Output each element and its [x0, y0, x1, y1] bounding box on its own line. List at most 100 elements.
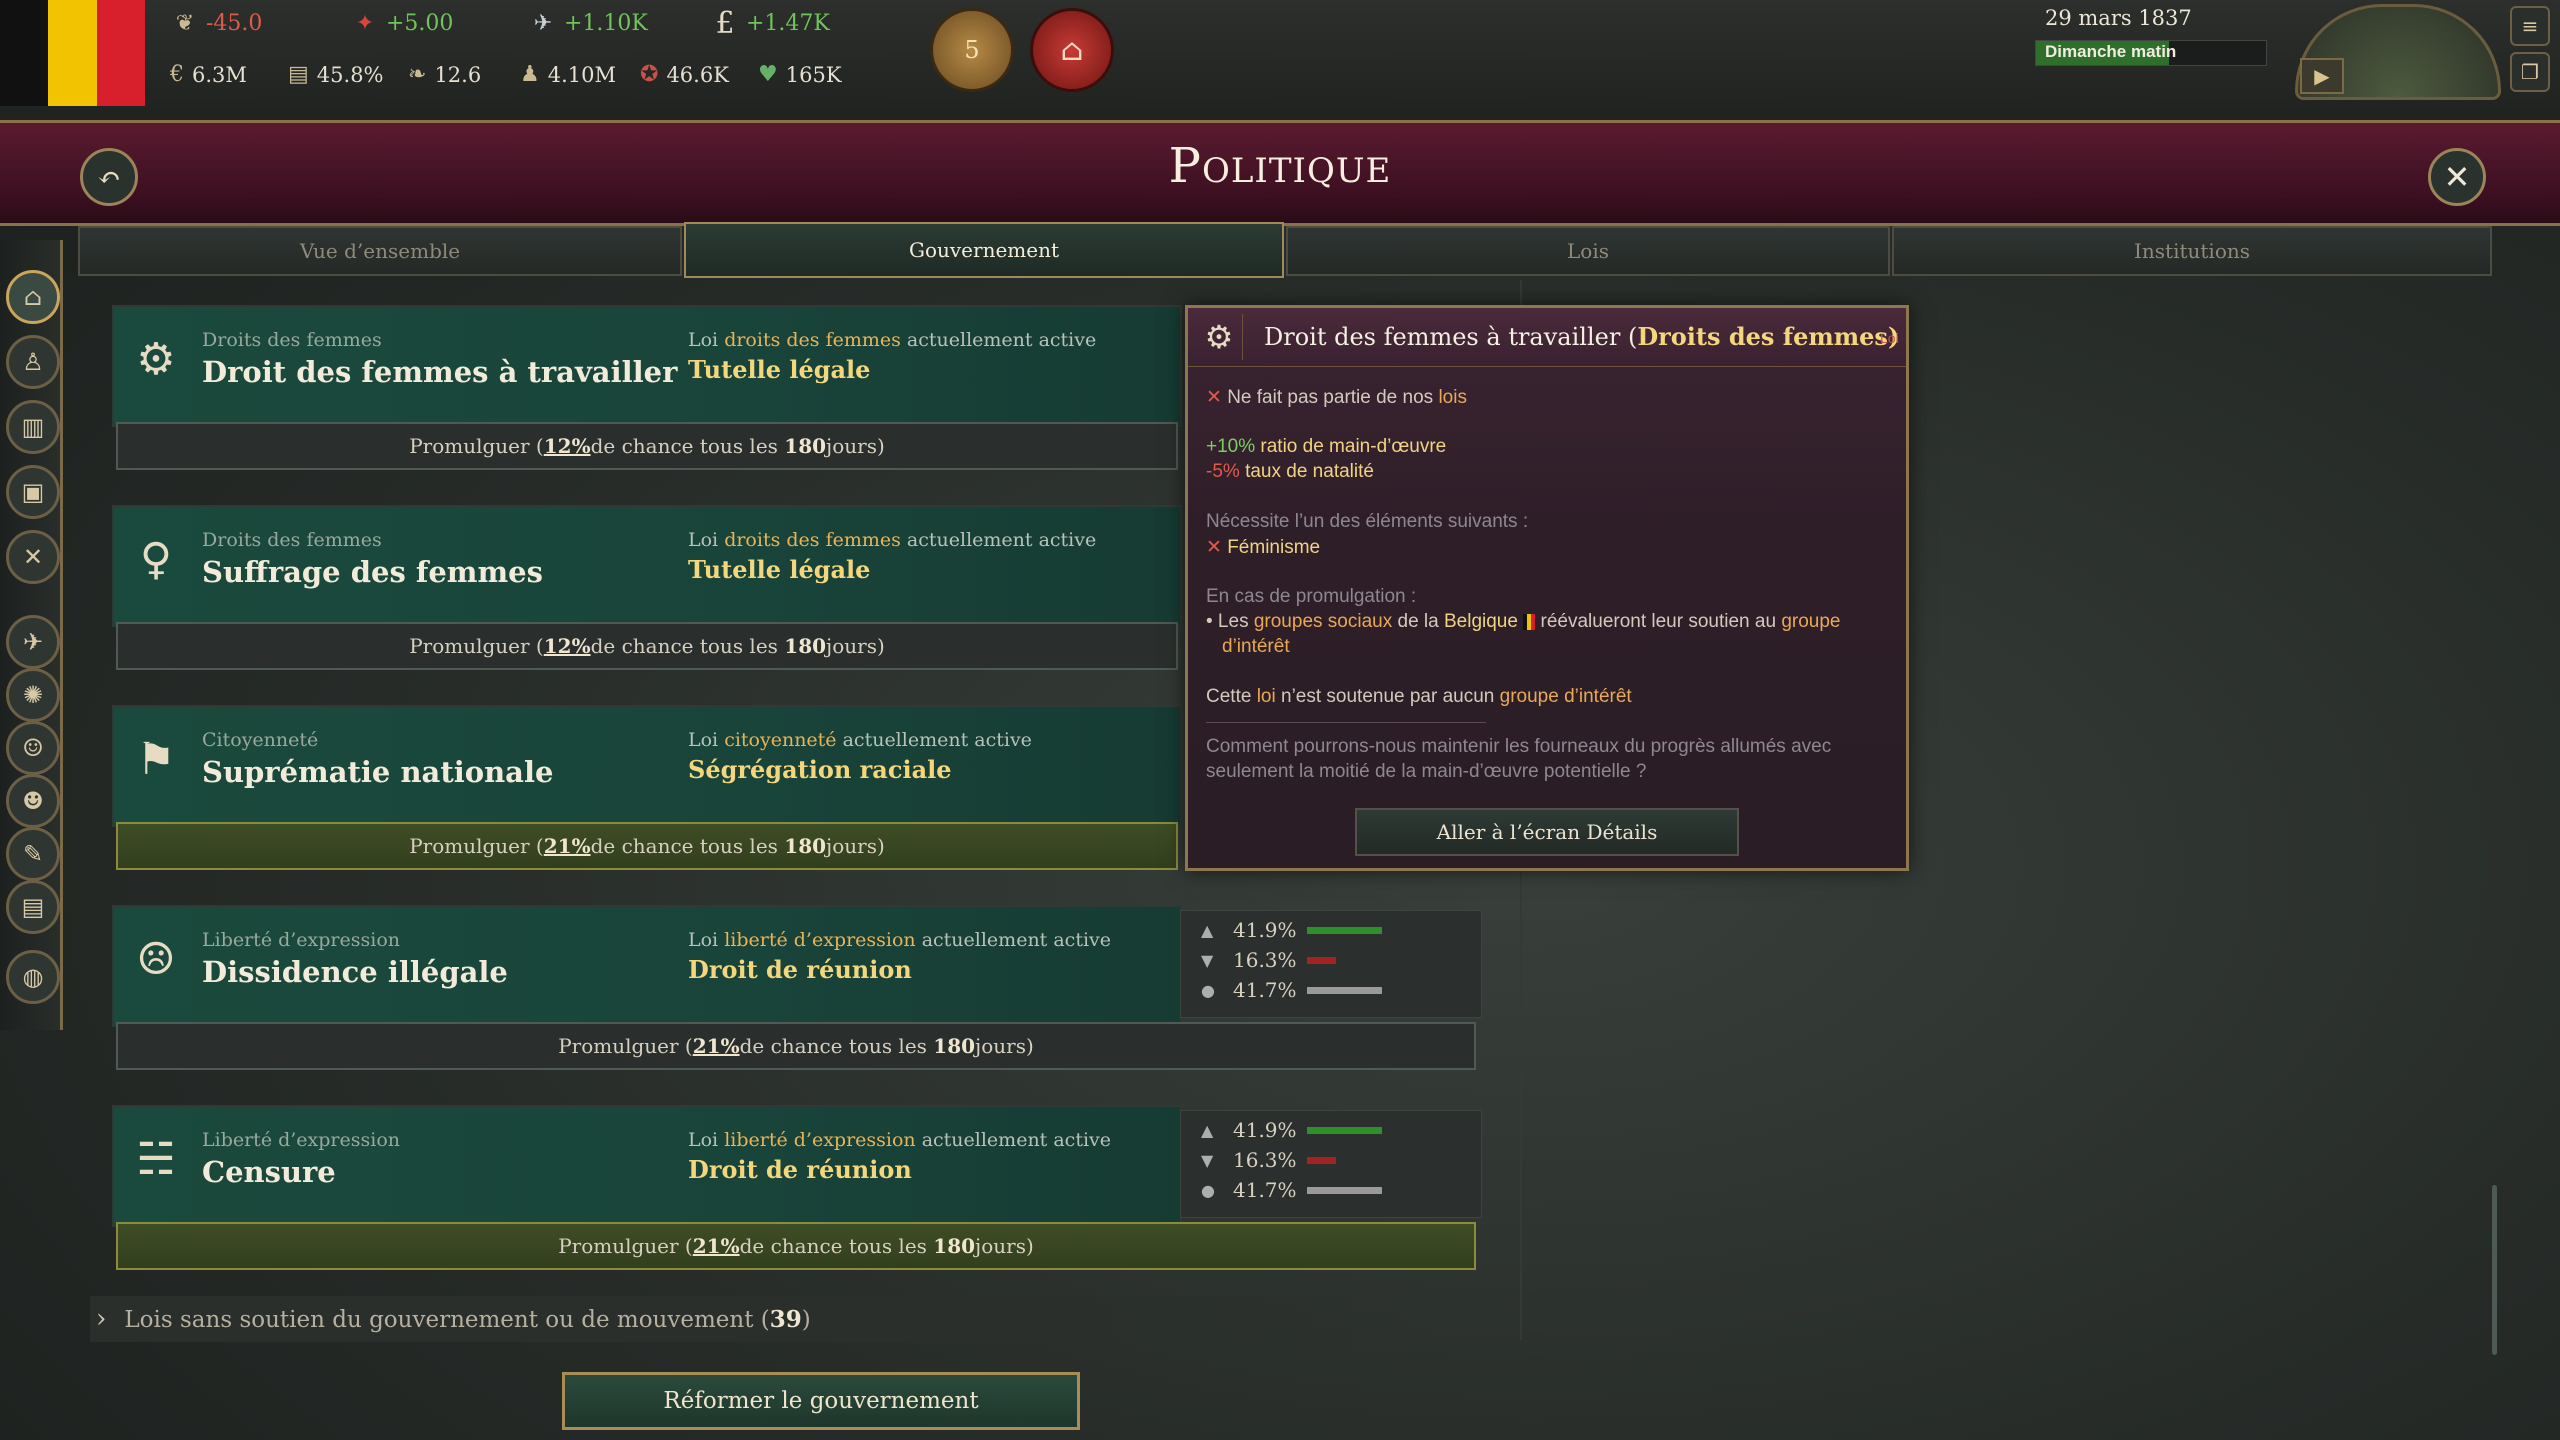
active-law-label: Loi liberté d’expression actuellement ac…: [688, 929, 1112, 951]
law-name: Censure: [202, 1155, 336, 1189]
sidebar-military-button[interactable]: ✕: [6, 530, 60, 584]
sidebar-map-button[interactable]: ◍: [6, 950, 60, 1004]
alerts-button[interactable]: 5: [930, 8, 1014, 92]
scrollbar[interactable]: [2492, 1185, 2497, 1355]
flag-stripe-red: [96, 0, 145, 106]
law-card[interactable]: ☵ Liberté d’expression Censure Loi liber…: [112, 1105, 1182, 1227]
sol-stat[interactable]: ❧ 12.6: [408, 62, 481, 87]
law-name: Dissidence illégale: [202, 955, 508, 989]
close-button[interactable]: ✕: [2428, 148, 2486, 206]
law-card[interactable]: ⚙ Droits des femmes Droit des femmes à t…: [112, 305, 1182, 427]
neutral-row: ● 41.7%: [1201, 1177, 1382, 1203]
play-icon: ▶: [2314, 64, 2330, 88]
gdp-stat[interactable]: € 6.3M: [170, 62, 247, 87]
portrait-icon: ☻: [22, 787, 44, 815]
tab-laws[interactable]: Lois: [1286, 226, 1890, 276]
influence-resource[interactable]: ✦ +5.00: [350, 8, 454, 38]
back-arrow-icon: ↶: [97, 160, 121, 194]
government-alert-button[interactable]: ⌂: [1030, 8, 1114, 92]
belgium-flag-icon: [1523, 613, 1536, 630]
tab-institutions[interactable]: Institutions: [1892, 226, 2492, 276]
tooltip-divider: [1206, 722, 1486, 723]
back-button[interactable]: ↶: [80, 148, 138, 206]
sidebar-characters-button[interactable]: ☻: [6, 774, 60, 828]
army-stat[interactable]: ✪ 46.6K: [640, 62, 729, 87]
promulgate-button[interactable]: Promulguer (21% de chance tous les 180 j…: [116, 822, 1178, 870]
literacy-icon: ▤: [288, 62, 309, 87]
literacy-stat[interactable]: ▤ 45.8%: [288, 62, 384, 87]
neutral-bar: [1306, 986, 1382, 994]
tab-overview[interactable]: Vue d’ensemble: [78, 226, 682, 276]
building-icon: ⌂: [1060, 32, 1084, 68]
active-law-value: Tutelle légale: [688, 355, 871, 384]
thumbs-down-icon: ▼: [1201, 1150, 1214, 1170]
day-time-label: Dimanche matin: [2045, 42, 2177, 61]
unsupported-laws-expander[interactable]: › Lois sans soutien du gouvernement ou d…: [90, 1296, 1490, 1342]
sidebar-technology-button[interactable]: ✺: [6, 668, 60, 722]
sidebar-diplomacy-button[interactable]: ✈: [6, 615, 60, 669]
requirement-item: ✕ Féminisme: [1206, 537, 1321, 558]
flavor-text: seulement la moitié de la main-d’œuvre p…: [1206, 761, 1647, 782]
neutral-icon: ●: [1201, 1180, 1215, 1200]
authority-resource[interactable]: ❦ -45.0: [170, 8, 263, 38]
treasury-value: +1.47K: [746, 10, 830, 36]
sidebar-culture-button[interactable]: ☺: [6, 721, 60, 775]
law-category: Liberté d’expression: [202, 1129, 401, 1151]
requires-heading: Nécessite l’un des éléments suivants :: [1206, 511, 1529, 532]
working-woman-icon: ⚙: [136, 333, 176, 385]
enact-heading: En cas de promulgation :: [1206, 586, 1417, 607]
sidebar-journal-button[interactable]: ✎: [6, 827, 60, 881]
treasury-resource[interactable]: £ +1.47K: [710, 6, 830, 41]
flag-stripe-yellow: [48, 0, 97, 106]
crate-icon: ▣: [21, 478, 45, 506]
promulgate-button[interactable]: Promulguer (12% de chance tous les 180 j…: [116, 422, 1178, 470]
population-stat[interactable]: ♟ 4.10M: [520, 62, 616, 87]
gagged-face-icon: ☹: [136, 933, 176, 985]
female-symbol-icon: ♀: [139, 533, 173, 585]
population-icon: ♟: [520, 62, 540, 87]
bureaucracy-resource[interactable]: ✈ +1.10K: [528, 8, 648, 38]
journal-icon: ✎: [22, 840, 44, 868]
cross-icon: ✕: [1206, 537, 1222, 558]
law-name: Suprématie nationale: [202, 755, 554, 789]
promulgate-button[interactable]: Promulguer (21% de chance tous les 180 j…: [116, 1222, 1476, 1270]
active-law-value: Droit de réunion: [688, 1155, 912, 1184]
promulgate-button[interactable]: Promulguer (21% de chance tous les 180 j…: [116, 1022, 1476, 1070]
law-card[interactable]: ♀ Droits des femmes Suffrage des femmes …: [112, 505, 1182, 627]
support-value: 41.9%: [1233, 1118, 1297, 1142]
authority-value: -45.0: [206, 10, 263, 36]
promulgate-button[interactable]: Promulguer (12% de chance tous les 180 j…: [116, 622, 1178, 670]
thumbs-up-icon: ▲: [1201, 920, 1214, 940]
sidebar-population-button[interactable]: ♙: [6, 335, 60, 389]
active-law-label: Loi liberté d’expression actuellement ac…: [688, 1129, 1112, 1151]
sidebar-politics-button[interactable]: ⌂: [6, 270, 60, 324]
country-flag[interactable]: [0, 0, 145, 106]
menu-button[interactable]: ≡: [2510, 6, 2550, 46]
literacy-value: 45.8%: [316, 62, 384, 87]
play-button[interactable]: ▶: [2300, 58, 2344, 94]
navy-stat[interactable]: ♥ 165K: [758, 62, 842, 87]
gdp-value: 6.3M: [192, 62, 247, 87]
neutral-value: 41.7%: [1233, 1178, 1297, 1202]
support-row: ▲ 41.9%: [1201, 1117, 1382, 1143]
law-card[interactable]: ⚑ Citoyenneté Suprématie nationale Loi c…: [112, 705, 1182, 827]
flag-stripe-black: [0, 0, 49, 106]
go-to-details-button[interactable]: Aller à l’écran Détails: [1355, 808, 1739, 856]
sidebar-buildings-button[interactable]: ▥: [6, 400, 60, 454]
tab-government[interactable]: Gouvernement: [684, 222, 1284, 278]
active-law-value: Tutelle légale: [688, 555, 871, 584]
support-bar: [1306, 926, 1382, 934]
law-card[interactable]: ☹ Liberté d’expression Dissidence illéga…: [112, 905, 1182, 1027]
sidebar-ledger-button[interactable]: ▤: [6, 880, 60, 934]
ledger-button[interactable]: ❐: [2510, 52, 2550, 92]
unsupported-laws-label: Lois sans soutien du gouvernement ou de …: [124, 1305, 811, 1333]
ledger-icon: ▤: [21, 893, 45, 921]
army-value: 46.6K: [666, 62, 729, 87]
reform-government-button[interactable]: Réformer le gouvernement: [562, 1372, 1080, 1430]
active-law-value: Droit de réunion: [688, 955, 912, 984]
bureaucracy-value: +1.10K: [564, 10, 648, 36]
oppose-value: 16.3%: [1233, 1148, 1297, 1172]
sidebar-market-button[interactable]: ▣: [6, 465, 60, 519]
law-name: Droit des femmes à travailler: [202, 355, 678, 389]
law-tooltip: ⚙ Droit des femmes à travailler (Droits …: [1185, 305, 1909, 871]
